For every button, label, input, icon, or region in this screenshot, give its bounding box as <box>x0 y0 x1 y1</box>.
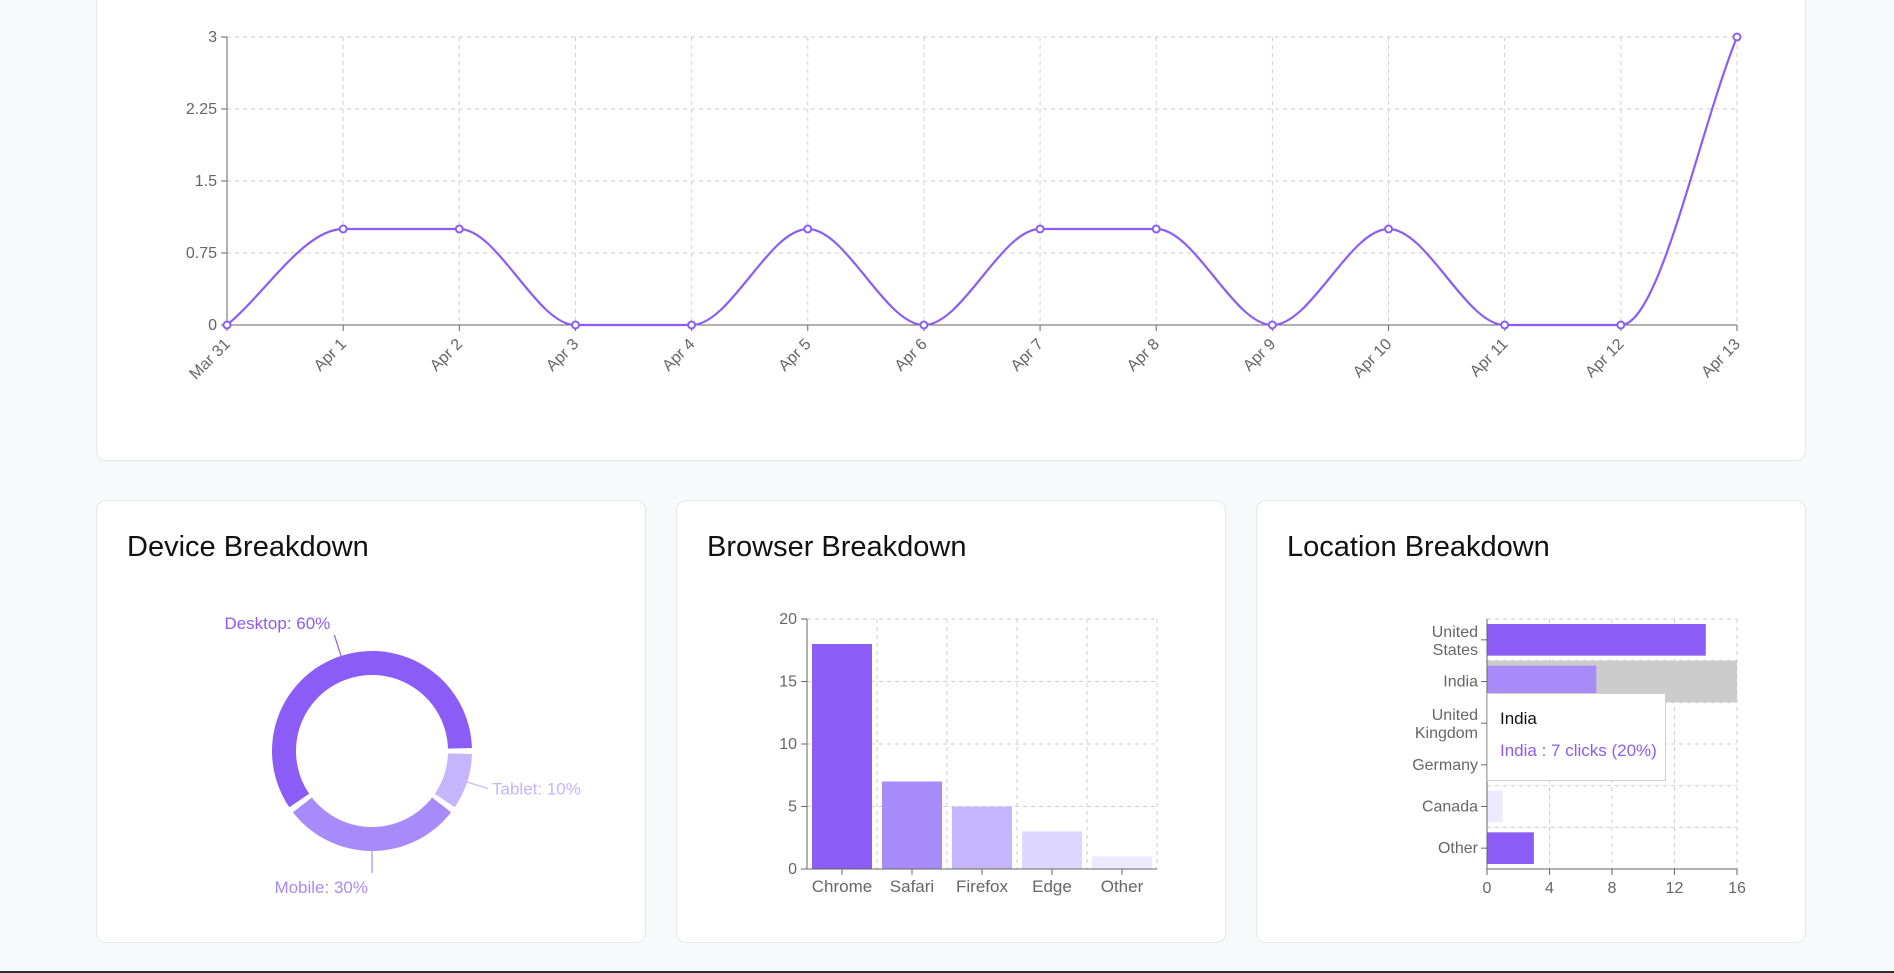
browser-bar-edge <box>1022 831 1082 869</box>
pie-slice-label: Desktop: 60% <box>224 614 330 633</box>
line-chart-point <box>222 320 232 330</box>
line-chart-y-tick-label: 3 <box>208 29 217 46</box>
browser-breakdown-card: Browser Breakdown 0 5 10 15 20 Chrome Safari Fi… <box>676 500 1226 943</box>
line-chart-x-tick-label: Apr 1 <box>311 336 350 375</box>
location-bar-canada <box>1487 790 1503 823</box>
line-chart-x-tick-label: Apr 11 <box>1467 336 1512 381</box>
daily-clicks-card: 0 0.75 1.5 2.25 3 Mar 31 Apr 1 Apr 2 Apr 3 Apr 4 A… <box>96 0 1806 461</box>
device-pie-chart: Desktop: 60% Mobile: 30% Tablet: 10% <box>224 614 581 897</box>
daily-clicks-line-chart: 0 0.75 1.5 2.25 3 Mar 31 Apr 1 Apr 2 Apr 3 Apr 4 A… <box>186 29 1744 383</box>
browser-bar-other <box>1092 856 1152 869</box>
browser-x-tick-label: Edge <box>1032 877 1072 896</box>
line-chart-x-tick-label: Apr 2 <box>427 336 466 375</box>
line-chart-point <box>1267 320 1277 330</box>
browser-bar-safari <box>882 781 942 869</box>
line-chart-point <box>1616 320 1626 330</box>
line-chart-x-tick-label: Apr 8 <box>1124 336 1163 375</box>
browser-x-tick-label: Firefox <box>956 877 1008 896</box>
browser-bar-firefox <box>952 806 1012 869</box>
line-chart-x-tick-label: Apr 9 <box>1240 336 1279 375</box>
pie-label-leader <box>466 781 489 790</box>
location-y-tick-label: Canada <box>1422 799 1478 816</box>
line-chart-x-tick-label: Mar 31 <box>187 336 234 383</box>
location-y-tick-label: Germany <box>1412 757 1478 774</box>
line-chart-y-tick-label: 2.25 <box>186 101 217 118</box>
line-chart-x-tick-label: Apr 12 <box>1582 336 1627 381</box>
location-x-tick-label: 16 <box>1728 880 1746 897</box>
line-chart-y-tick-label: 1.5 <box>195 173 217 190</box>
line-chart-x-tick-label: Apr 4 <box>659 336 698 375</box>
line-chart-point <box>803 224 813 234</box>
tooltip-value: India : 7 clicks (20%) <box>1500 741 1657 760</box>
line-chart-point <box>919 320 929 330</box>
location-y-tick-label: Other <box>1438 840 1479 857</box>
location-bar-united-states <box>1487 624 1706 656</box>
line-chart-point <box>1151 224 1161 234</box>
browser-y-tick-label: 0 <box>788 861 797 878</box>
location-y-tick-label: United <box>1432 707 1478 724</box>
line-chart-point <box>1384 224 1394 234</box>
browser-x-tick-label: Chrome <box>812 877 872 896</box>
location-tooltip: India India : 7 clicks (20%) <box>1487 693 1666 781</box>
line-chart-x-tick-label: Apr 3 <box>543 336 582 375</box>
location-bar-other <box>1487 832 1534 864</box>
pie-slice-mobile <box>292 797 452 851</box>
browser-y-tick-label: 10 <box>779 736 797 753</box>
browser-x-tick-label: Safari <box>890 877 934 896</box>
browser-x-tick-label: Other <box>1101 877 1144 896</box>
line-chart-point <box>1732 32 1742 42</box>
location-y-tick-label: India <box>1443 674 1478 691</box>
pie-slice-label: Tablet: 10% <box>492 780 581 799</box>
pie-slice-tablet <box>434 753 472 808</box>
location-x-tick-label: 0 <box>1483 880 1492 897</box>
tooltip-title: India <box>1500 709 1537 728</box>
pie-slice-label: Mobile: 30% <box>274 878 368 897</box>
location-x-tick-label: 12 <box>1666 880 1684 897</box>
browser-bar-chart: 0 5 10 15 20 Chrome Safari Firefox Edge Other <box>779 611 1158 896</box>
line-chart-x-tick-label: Apr 6 <box>892 336 931 375</box>
location-y-tick-label: Kingdom <box>1415 725 1478 742</box>
browser-y-tick-label: 5 <box>788 799 797 816</box>
location-y-tick-label: States <box>1433 642 1478 659</box>
line-chart-point <box>338 224 348 234</box>
location-x-tick-label: 4 <box>1545 880 1554 897</box>
line-chart-y-tick-label: 0 <box>208 317 217 334</box>
line-chart-x-tick-label: Apr 5 <box>776 336 815 375</box>
line-chart-point <box>570 320 580 330</box>
line-chart-point <box>454 224 464 234</box>
line-chart-point <box>687 320 697 330</box>
line-chart-point <box>1500 320 1510 330</box>
line-chart-x-tick-label: Apr 7 <box>1008 336 1047 375</box>
device-breakdown-card: Device Breakdown Desktop: 60% Mobile: 30%… <box>96 500 646 943</box>
browser-bar-chrome <box>812 644 872 869</box>
location-y-tick-label: United <box>1432 624 1478 641</box>
line-chart-x-tick-label: Apr 13 <box>1698 336 1743 381</box>
location-x-tick-label: 8 <box>1608 880 1617 897</box>
line-chart-y-tick-label: 0.75 <box>186 245 217 262</box>
browser-y-tick-label: 15 <box>779 674 797 691</box>
pie-label-leader <box>333 634 342 657</box>
browser-y-tick-label: 20 <box>779 611 797 628</box>
line-chart-x-tick-label: Apr 10 <box>1350 336 1395 381</box>
line-chart-point <box>1035 224 1045 234</box>
